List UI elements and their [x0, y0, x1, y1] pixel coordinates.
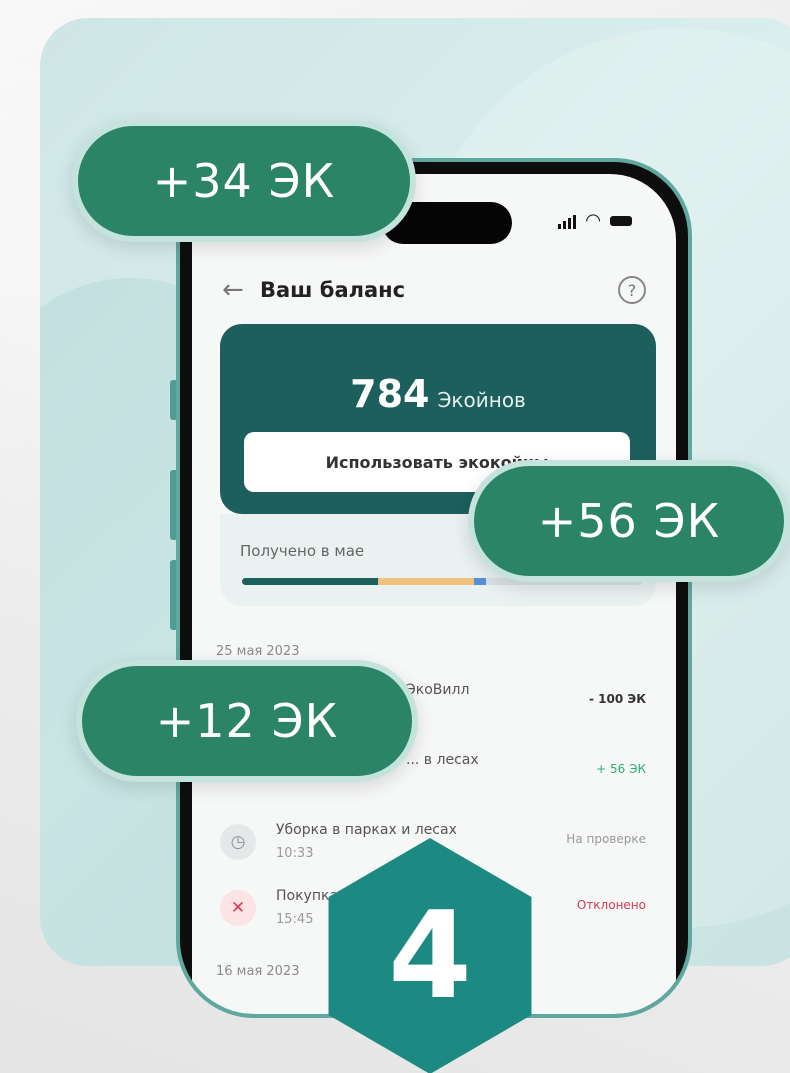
balance-amount: 784 [350, 372, 430, 416]
close-icon: ✕ [220, 890, 256, 926]
status-bar: ◠ [558, 212, 632, 230]
transaction-title: Уборка в парках и лесах [276, 822, 457, 838]
balance-line: 784 Экойнов [220, 372, 656, 416]
battery-icon [610, 216, 632, 226]
reward-pill-34: +34 ЭК [72, 120, 416, 242]
arrow-left-icon[interactable]: ← [222, 275, 260, 305]
transaction-title: ... в лесах [406, 752, 479, 768]
balance-unit: Экойнов [437, 388, 526, 412]
wifi-icon: ◠ [586, 210, 600, 231]
reward-pill-56: +56 ЭК [468, 460, 790, 582]
question-icon[interactable]: ? [618, 276, 646, 304]
clock-icon: ◷ [220, 824, 256, 860]
progress-segment-1 [242, 578, 378, 585]
progress-segment-3 [474, 578, 486, 585]
page-title: Ваш баланс [260, 278, 406, 302]
signal-icon [558, 213, 577, 229]
transaction-amount: - 100 ЭК [589, 692, 646, 706]
transaction-time: 10:33 [276, 846, 314, 861]
received-label: Получено в мае [240, 542, 365, 560]
transaction-amount: + 56 ЭК [596, 762, 646, 776]
app-header: ← Ваш баланс ? [222, 270, 646, 310]
transaction-status: Отклонено [576, 898, 646, 912]
date-header: 16 мая 2023 [216, 964, 300, 979]
transaction-time: 15:45 [276, 912, 314, 927]
progress-segment-2 [378, 578, 474, 585]
date-header: 25 мая 2023 [216, 644, 300, 659]
transaction-title: ЭкоВилл [406, 682, 470, 698]
transaction-status: На проверке [566, 832, 646, 846]
reward-pill-12: +12 ЭК [76, 660, 418, 782]
